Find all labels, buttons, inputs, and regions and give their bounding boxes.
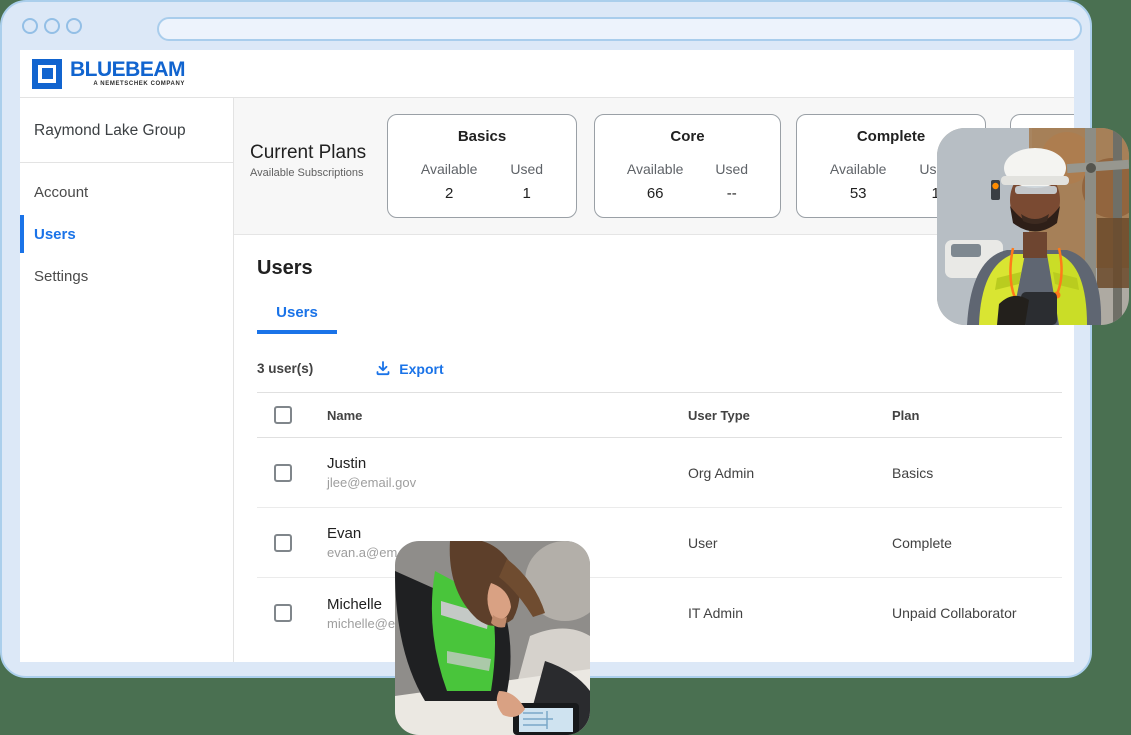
plan-name: Basics	[458, 128, 506, 145]
plan-card-basics: Basics Available 2 Used 1	[387, 114, 577, 218]
used-label: Used	[510, 161, 543, 177]
plans-subtitle: Available Subscriptions	[250, 167, 366, 179]
page-background: { "colors": { "page_background": "#4a705…	[0, 0, 1131, 735]
table-row[interactable]: Michelle michelle@e IT Admin Unpaid Coll…	[257, 578, 1062, 648]
window-dot-icon[interactable]	[22, 18, 38, 34]
bluebeam-logo-icon	[32, 59, 62, 89]
tab-users[interactable]: Users	[257, 304, 337, 334]
sidebar-item-label: Users	[34, 226, 76, 243]
user-plan: Basics	[892, 465, 1062, 481]
sidebar-item-settings[interactable]: Settings	[20, 255, 233, 297]
table-row[interactable]: Justin jlee@email.gov Org Admin Basics	[257, 438, 1062, 508]
user-name: Justin	[327, 455, 688, 472]
users-table: Name User Type Plan Justin jlee@email.go…	[257, 392, 1062, 648]
user-type: User	[688, 535, 892, 551]
photo-blueprint-review	[395, 541, 590, 735]
used-value: --	[715, 185, 748, 202]
select-all-checkbox[interactable]	[274, 406, 292, 424]
sidebar-item-users[interactable]: Users	[20, 213, 233, 255]
user-email: jlee@email.gov	[327, 475, 688, 490]
plan-name: Complete	[857, 128, 925, 145]
user-count: 3 user(s)	[257, 361, 313, 376]
user-type: IT Admin	[688, 605, 892, 621]
plan-card-core: Core Available 66 Used --	[594, 114, 781, 218]
row-checkbox[interactable]	[274, 604, 292, 622]
window-dot-icon[interactable]	[44, 18, 60, 34]
available-value: 53	[830, 185, 887, 202]
download-icon	[375, 360, 391, 377]
column-header-name[interactable]: Name	[327, 408, 688, 423]
available-label: Available	[421, 161, 478, 177]
org-name: Raymond Lake Group	[20, 98, 233, 162]
bluebeam-logo: BLUEBEAM A NEMETSCHEK COMPANY	[32, 59, 185, 89]
table-row[interactable]: Evan evan.a@em User Complete	[257, 508, 1062, 578]
window-control-dots	[22, 18, 82, 34]
brand-name: BLUEBEAM	[70, 60, 185, 80]
export-button[interactable]: Export	[375, 360, 443, 377]
sidebar-item-label: Account	[34, 184, 88, 201]
row-checkbox[interactable]	[274, 464, 292, 482]
user-name: Evan	[327, 525, 688, 542]
row-checkbox[interactable]	[274, 534, 292, 552]
brand-tagline: A NEMETSCHEK COMPANY	[93, 81, 185, 87]
available-label: Available	[830, 161, 887, 177]
blueprint-review-illustration	[395, 541, 590, 735]
plan-name: Core	[670, 128, 704, 145]
available-value: 66	[627, 185, 684, 202]
column-header-plan[interactable]: Plan	[892, 408, 1062, 423]
user-type: Org Admin	[688, 465, 892, 481]
export-label: Export	[399, 361, 443, 377]
available-value: 2	[421, 185, 478, 202]
used-label: Used	[715, 161, 748, 177]
browser-chrome-bar	[2, 2, 1090, 50]
available-label: Available	[627, 161, 684, 177]
sidebar: Raymond Lake Group Account Users Setting…	[20, 98, 234, 662]
construction-worker-illustration	[937, 128, 1129, 325]
app-header: BLUEBEAM A NEMETSCHEK COMPANY	[20, 50, 1074, 98]
user-plan: Complete	[892, 535, 1062, 551]
window-dot-icon[interactable]	[66, 18, 82, 34]
photo-construction-worker	[937, 128, 1129, 325]
address-bar[interactable]	[157, 17, 1082, 41]
sidebar-item-account[interactable]: Account	[20, 171, 233, 213]
plans-title: Current Plans	[250, 142, 366, 164]
used-value: 1	[510, 185, 543, 202]
table-header-row: Name User Type Plan	[257, 393, 1062, 438]
column-header-user-type[interactable]: User Type	[688, 408, 892, 423]
sidebar-item-label: Settings	[34, 268, 88, 285]
user-plan: Unpaid Collaborator	[892, 605, 1062, 621]
